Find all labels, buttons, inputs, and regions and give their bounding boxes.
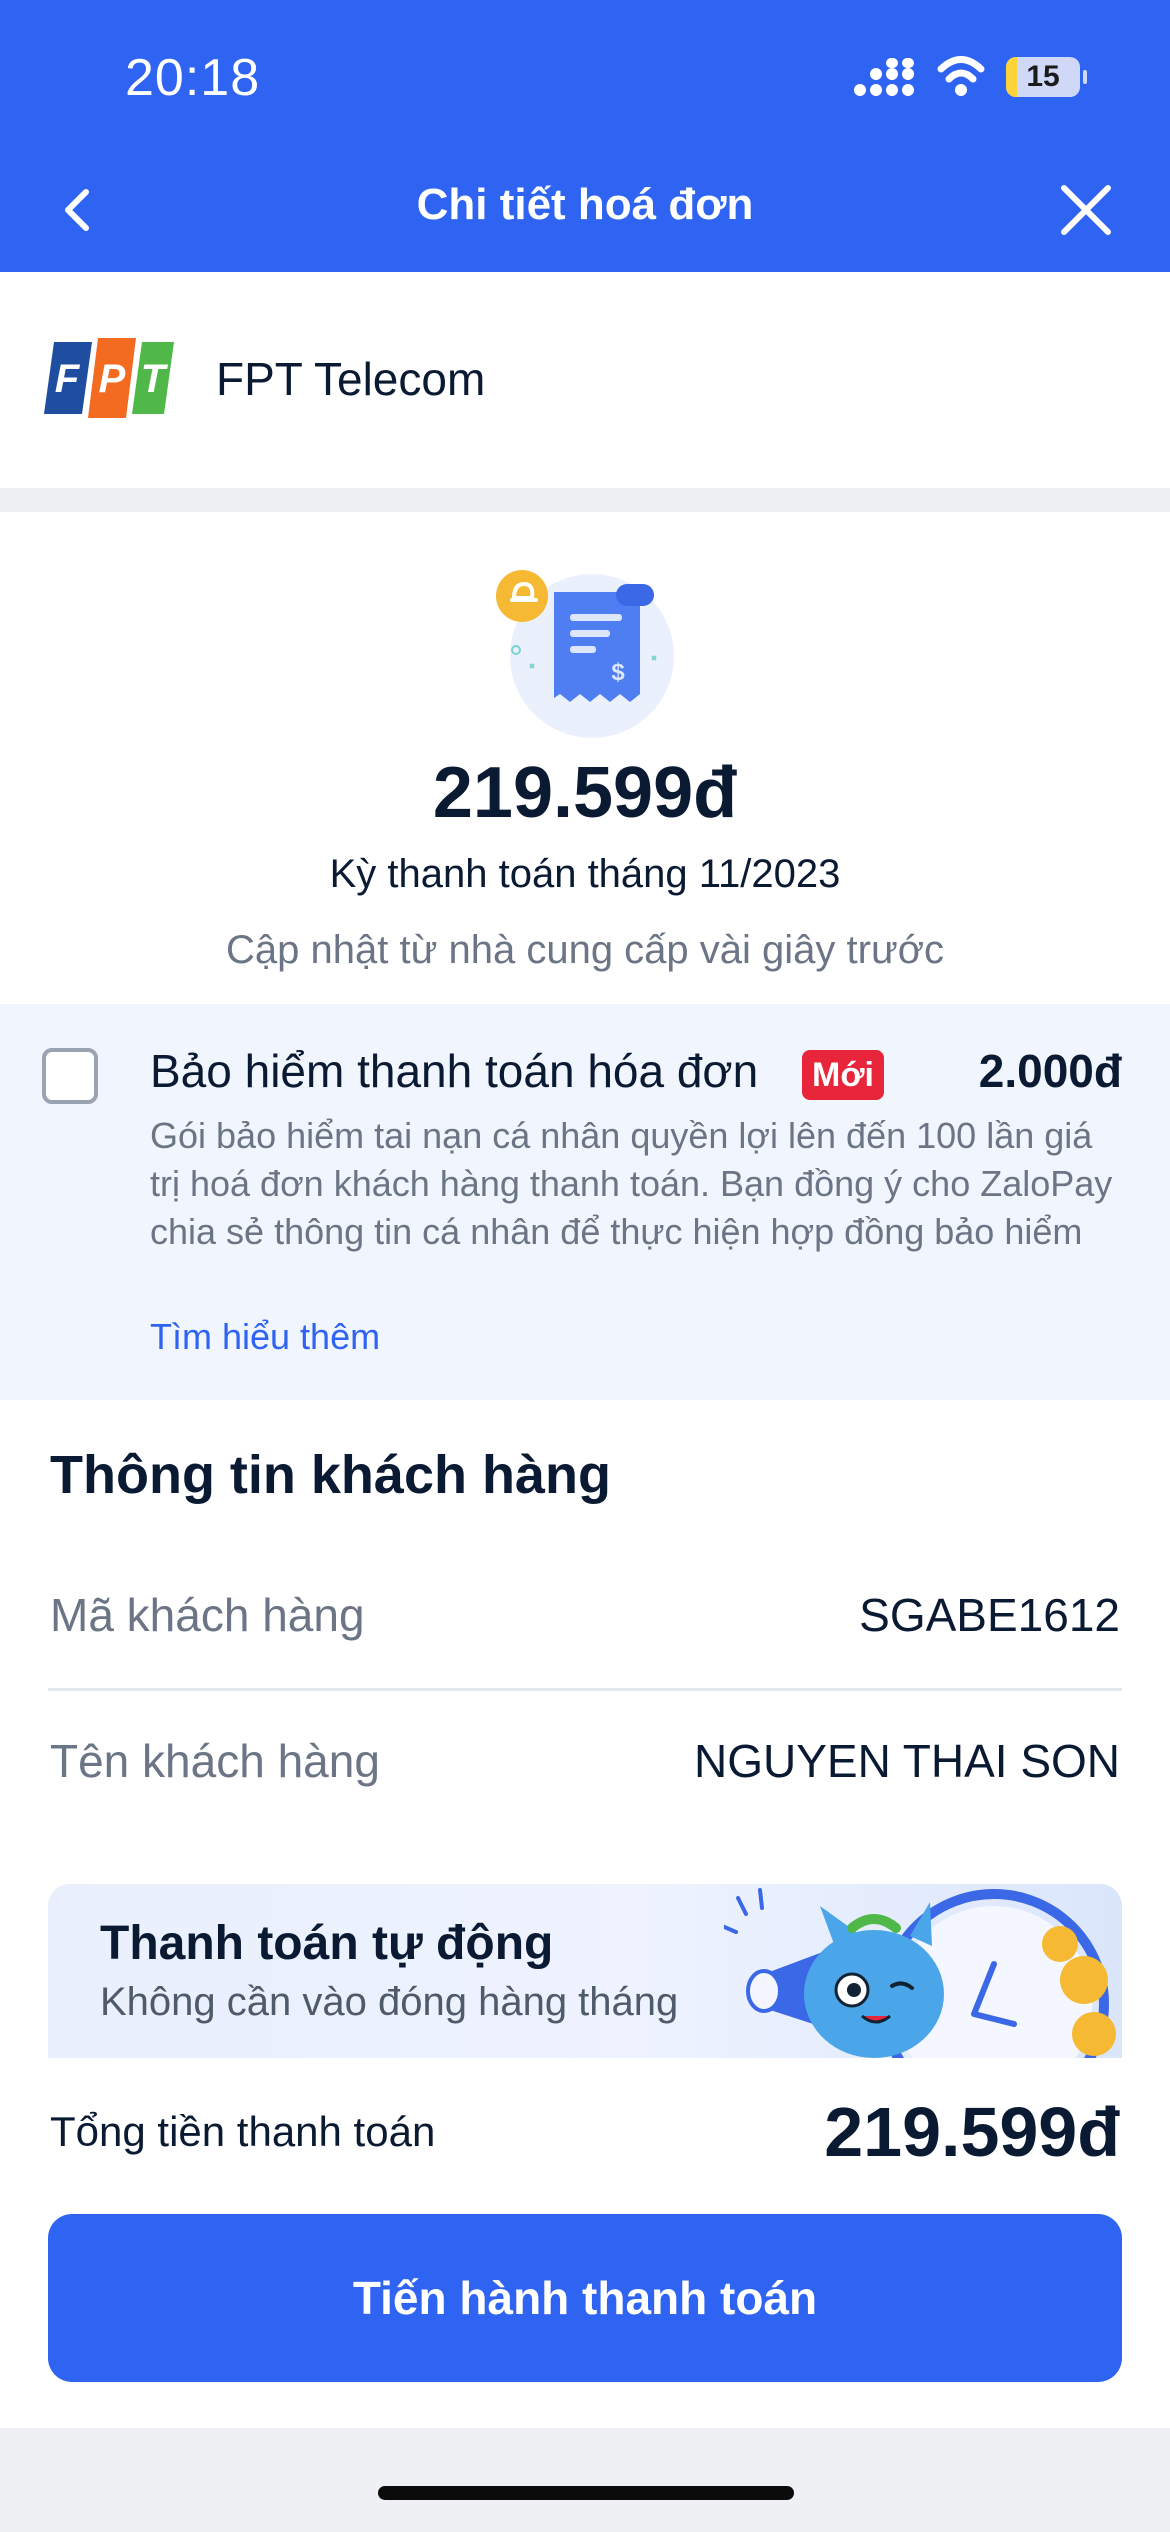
svg-text:$: $ xyxy=(611,659,625,686)
close-button[interactable] xyxy=(1046,170,1126,250)
section-title: Thông tin khách hàng xyxy=(50,1445,611,1505)
customer-name-value: NGUYEN THAI SON xyxy=(694,1735,1120,1787)
auto-pay-subtitle: Không cần vào đóng hàng tháng xyxy=(100,1980,679,2024)
home-indicator xyxy=(378,2486,794,2500)
battery-icon: 15 xyxy=(1006,57,1087,97)
auto-pay-title: Thanh toán tự động xyxy=(100,1917,554,1970)
provider-card: F P T FPT Telecom xyxy=(0,272,1170,488)
total-label: Tổng tiền thanh toán xyxy=(50,2108,436,2155)
bill-amount: 219.599đ xyxy=(432,753,738,833)
total-amount: 219.599đ xyxy=(824,2093,1120,2171)
customer-name-label: Tên khách hàng xyxy=(50,1735,380,1787)
row-divider xyxy=(48,1688,1122,1691)
provider-name: FPT Telecom xyxy=(216,353,486,405)
insurance-option: Bảo hiểm thanh toán hóa đơn Mới 2.000đ G… xyxy=(0,1004,1170,1400)
insurance-price: 2.000đ xyxy=(978,1045,1122,1097)
fpt-logo-letter: T xyxy=(141,357,169,401)
wifi-icon xyxy=(937,56,985,96)
fpt-logo-letter: P xyxy=(99,357,126,401)
update-status: Cập nhật từ nhà cung cấp vài giây trước xyxy=(226,928,944,972)
customer-id-label: Mã khách hàng xyxy=(50,1589,365,1641)
mascot-clock-illustration xyxy=(724,1888,1116,2058)
new-badge: Mới xyxy=(802,1050,884,1100)
status-time: 20:18 xyxy=(125,49,261,107)
billing-period: Kỳ thanh toán tháng 11/2023 xyxy=(329,852,841,896)
insurance-checkbox[interactable] xyxy=(42,1048,98,1104)
insurance-title: Bảo hiểm thanh toán hóa đơn xyxy=(150,1045,759,1097)
bill-receipt-icon: $ xyxy=(496,570,674,738)
auto-pay-banner[interactable]: Thanh toán tự động Không cần vào đóng hà… xyxy=(48,1884,1122,2058)
battery-level: 15 xyxy=(1026,60,1060,93)
insurance-description: Gói bảo hiểm tai nạn cá nhân quyền lợi l… xyxy=(150,1115,1113,1252)
fpt-logo-icon: F P T xyxy=(44,338,174,418)
bill-summary: $ 219.599đ Kỳ thanh toán tháng 11/2023 C… xyxy=(0,512,1170,1004)
cellular-signal-icon xyxy=(854,58,914,96)
learn-more-link[interactable]: Tìm hiểu thêm xyxy=(150,1316,380,1358)
fpt-logo-letter: F xyxy=(55,357,81,401)
page-title: Chi tiết hoá đơn xyxy=(416,180,754,229)
pay-button[interactable]: Tiến hành thanh toán xyxy=(48,2214,1122,2382)
customer-info: Thông tin khách hàng Mã khách hàng SGABE… xyxy=(0,1400,1170,2428)
customer-id-value: SGABE1612 xyxy=(859,1589,1120,1641)
app-header: 20:18 15 Chi tiết hoá đơn xyxy=(0,0,1170,272)
